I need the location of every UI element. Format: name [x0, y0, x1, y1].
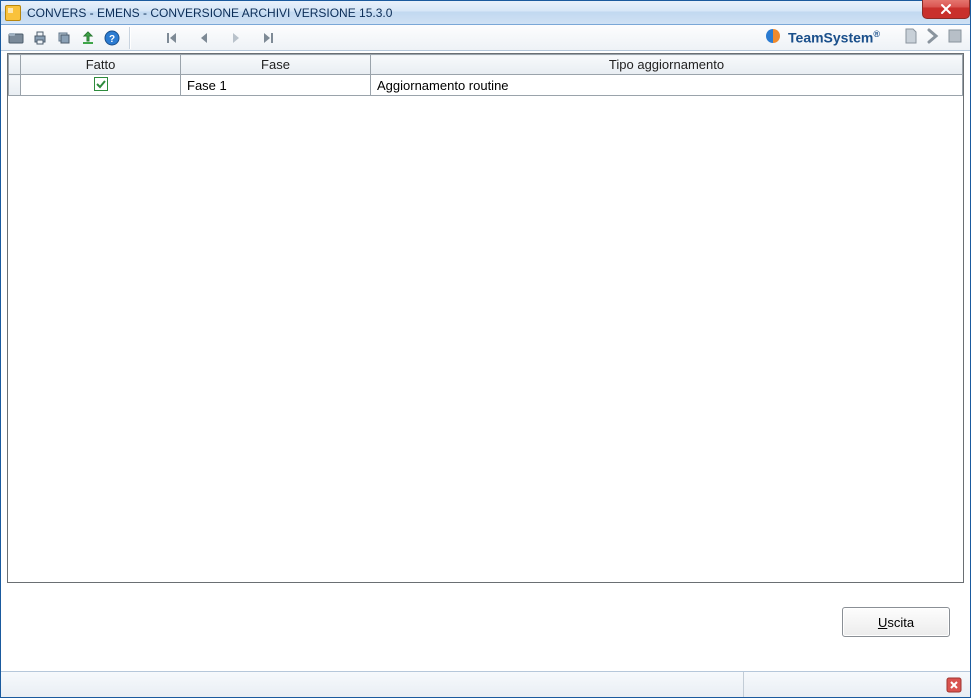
row-handle[interactable]: [9, 75, 21, 96]
check-icon: [95, 78, 107, 90]
nav-group: [161, 27, 279, 49]
nav-first-icon: [166, 32, 178, 44]
toolbar-forward-button[interactable]: [924, 27, 942, 45]
toolbar-open-button[interactable]: [5, 27, 27, 49]
statusbar-separator: [743, 672, 744, 697]
col-header-fase[interactable]: Fase: [181, 55, 371, 75]
nav-first-button[interactable]: [161, 27, 183, 49]
button-row: Uscita: [7, 583, 964, 647]
fatto-checkbox[interactable]: [94, 77, 108, 91]
col-header-fatto[interactable]: Fatto: [21, 55, 181, 75]
nav-last-button[interactable]: [257, 27, 279, 49]
printer-icon: [32, 30, 48, 46]
toolbar-right-group: [902, 27, 964, 45]
brand-logo-icon: [764, 28, 782, 46]
grid-container: Fatto Fase Tipo aggiornamento: [7, 53, 964, 583]
cell-fatto: [21, 75, 181, 96]
toolbar: ?: [1, 25, 970, 51]
folder-open-icon: [8, 30, 24, 46]
nav-last-icon: [262, 32, 274, 44]
stack-icon: [56, 30, 72, 46]
window-close-button[interactable]: [922, 0, 970, 19]
export-icon: [80, 30, 96, 46]
toolbar-print-button[interactable]: [29, 27, 51, 49]
content-area: Fatto Fase Tipo aggiornamento: [1, 51, 970, 671]
uscita-button-label: Uscita: [878, 615, 914, 630]
app-icon: [5, 5, 21, 21]
brand: TeamSystem®: [764, 28, 880, 46]
window-title: CONVERS - EMENS - CONVERSIONE ARCHIVI VE…: [27, 6, 392, 20]
update-grid: Fatto Fase Tipo aggiornamento: [8, 54, 963, 96]
col-header-tipo[interactable]: Tipo aggiornamento: [371, 55, 963, 75]
statusbar-close-button[interactable]: [946, 677, 962, 693]
uscita-button[interactable]: Uscita: [842, 607, 950, 637]
nav-next-icon: [230, 32, 242, 44]
cell-tipo: Aggiornamento routine: [371, 75, 963, 96]
cell-fase: Fase 1: [181, 75, 371, 96]
help-icon: ?: [104, 30, 120, 46]
close-icon: [940, 3, 952, 15]
table-row[interactable]: Fase 1 Aggiornamento routine: [9, 75, 963, 96]
toolbar-copy-button[interactable]: [53, 27, 75, 49]
chevron-right-icon: [924, 27, 942, 45]
toolbar-help-button[interactable]: ?: [101, 27, 123, 49]
titlebar: CONVERS - EMENS - CONVERSIONE ARCHIVI VE…: [1, 1, 970, 25]
statusbar: [1, 671, 970, 697]
close-small-icon: [946, 677, 962, 693]
nav-next-button[interactable]: [225, 27, 247, 49]
grid-header-row: Fatto Fase Tipo aggiornamento: [9, 55, 963, 75]
brand-name: TeamSystem®: [788, 29, 880, 46]
nav-prev-button[interactable]: [193, 27, 215, 49]
toolbar-doc-button[interactable]: [902, 27, 920, 45]
grid-corner: [9, 55, 21, 75]
stop-icon: [946, 27, 964, 45]
nav-prev-icon: [198, 32, 210, 44]
document-icon: [902, 27, 920, 45]
toolbar-stop-button[interactable]: [946, 27, 964, 45]
toolbar-export-button[interactable]: [77, 27, 99, 49]
toolbar-separator: [129, 27, 131, 49]
svg-text:?: ?: [109, 34, 115, 45]
